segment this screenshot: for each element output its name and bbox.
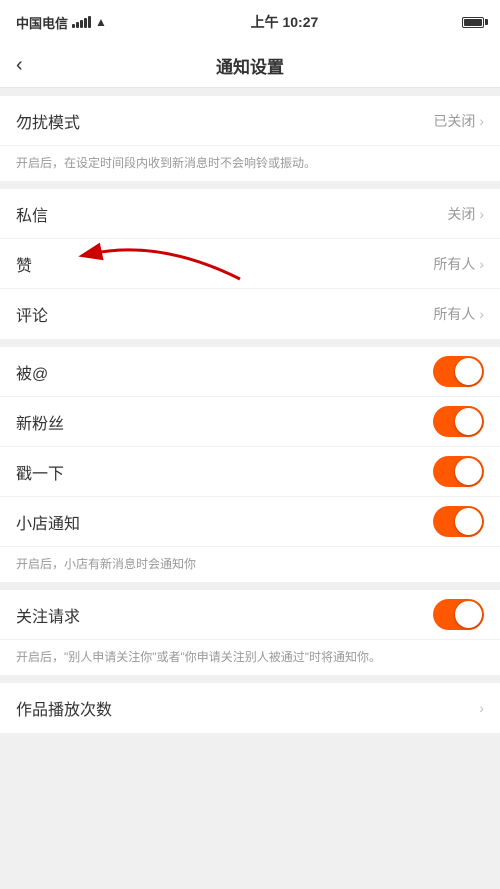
row-label-new-fans: 新粉丝 xyxy=(16,410,64,434)
hint-shop-notification: 开启后，小店有新消息时会通知你 xyxy=(0,547,500,582)
row-follow-request[interactable]: 关注请求 xyxy=(0,590,500,640)
row-private-message[interactable]: 私信 关闭 › xyxy=(0,189,500,239)
row-shop-notification[interactable]: 小店通知 xyxy=(0,497,500,547)
row-at[interactable]: 被@ xyxy=(0,347,500,397)
back-button[interactable]: ‹ xyxy=(16,54,23,77)
arrow-container: 赞 所有人 › xyxy=(0,239,500,289)
hint-do-not-disturb: 开启后，在设定时间段内收到新消息时不会响铃或振动。 xyxy=(0,146,500,181)
signal-icon xyxy=(72,16,91,28)
value-do-not-disturb: 已关闭 xyxy=(433,111,475,131)
toggle-knob-new-fans xyxy=(455,408,482,435)
row-label-shop-notification: 小店通知 xyxy=(16,510,80,534)
chevron-icon: › xyxy=(479,256,484,272)
value-comment: 所有人 xyxy=(433,304,475,324)
row-new-fans[interactable]: 新粉丝 xyxy=(0,397,500,447)
row-do-not-disturb[interactable]: 勿扰模式 已关闭 › xyxy=(0,96,500,146)
row-value-private-message: 关闭 › xyxy=(447,204,484,224)
toggle-new-fans[interactable] xyxy=(433,406,484,437)
row-value-play-count: › xyxy=(479,700,484,716)
hint-follow-request: 开启后，"别人申请关注你"或者"你申请关注别人被通过"时将通知你。 xyxy=(0,640,500,675)
status-left: 中国电信 ▲ xyxy=(16,13,107,32)
row-value-like: 所有人 › xyxy=(433,254,484,274)
carrier-label: 中国电信 xyxy=(16,13,68,32)
row-label-at: 被@ xyxy=(16,360,48,384)
status-time: 上午 10:27 xyxy=(251,12,319,32)
chevron-icon: › xyxy=(479,113,484,129)
toggle-shop-notification[interactable] xyxy=(433,506,484,537)
content: 勿扰模式 已关闭 › 开启后，在设定时间段内收到新消息时不会响铃或振动。 私信 … xyxy=(0,88,500,733)
row-value-comment: 所有人 › xyxy=(433,304,484,324)
toggle-knob-at xyxy=(455,358,482,385)
chevron-icon: › xyxy=(479,700,484,716)
section-toggles: 被@ 新粉丝 戳一下 小店通知 开启后，小店有新消息时会通知你 xyxy=(0,347,500,582)
row-label-play-count: 作品播放次数 xyxy=(16,696,112,720)
section-privacy: 私信 关闭 › 赞 所有人 › xyxy=(0,189,500,339)
toggle-poke[interactable] xyxy=(433,456,484,487)
wifi-icon: ▲ xyxy=(95,15,107,29)
section-play-count: 作品播放次数 › xyxy=(0,683,500,733)
battery-icon xyxy=(462,17,484,28)
row-comment[interactable]: 评论 所有人 › xyxy=(0,289,500,339)
row-value-do-not-disturb: 已关闭 › xyxy=(433,111,484,131)
page-title: 通知设置 xyxy=(216,53,284,78)
row-label-poke: 戳一下 xyxy=(16,460,64,484)
row-label-comment: 评论 xyxy=(16,302,48,326)
chevron-icon: › xyxy=(479,306,484,322)
row-poke[interactable]: 戳一下 xyxy=(0,447,500,497)
value-private-message: 关闭 xyxy=(447,204,475,224)
row-play-count[interactable]: 作品播放次数 › xyxy=(0,683,500,733)
toggle-follow-request[interactable] xyxy=(433,599,484,630)
toggle-knob-shop-notification xyxy=(455,508,482,535)
status-right xyxy=(462,17,484,28)
status-bar: 中国电信 ▲ 上午 10:27 xyxy=(0,0,500,44)
section-follow-request: 关注请求 开启后，"别人申请关注你"或者"你申请关注别人被通过"时将通知你。 xyxy=(0,590,500,675)
chevron-icon: › xyxy=(479,206,484,222)
row-label-like: 赞 xyxy=(16,252,32,276)
toggle-at[interactable] xyxy=(433,356,484,387)
row-label-follow-request: 关注请求 xyxy=(16,603,80,627)
row-label-private-message: 私信 xyxy=(16,202,48,226)
toggle-knob-follow-request xyxy=(455,601,482,628)
section-do-not-disturb: 勿扰模式 已关闭 › 开启后，在设定时间段内收到新消息时不会响铃或振动。 xyxy=(0,96,500,181)
row-label-do-not-disturb: 勿扰模式 xyxy=(16,109,80,133)
nav-bar: ‹ 通知设置 xyxy=(0,44,500,88)
value-like: 所有人 xyxy=(433,254,475,274)
toggle-knob-poke xyxy=(455,458,482,485)
row-like[interactable]: 赞 所有人 › xyxy=(0,239,500,289)
